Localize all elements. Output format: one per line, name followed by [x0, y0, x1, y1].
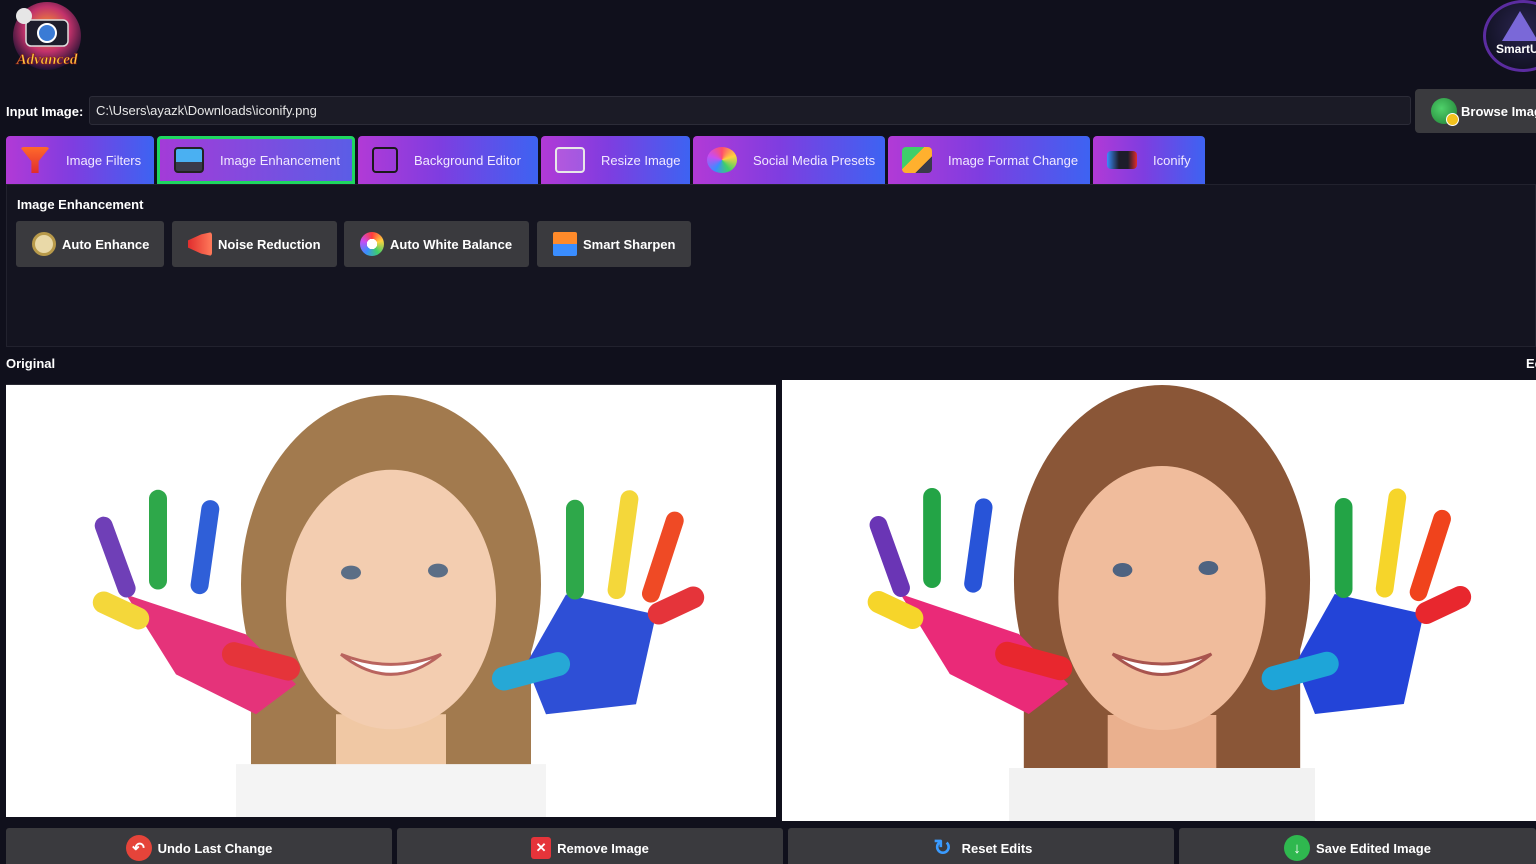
- auto-white-balance-button[interactable]: Auto White Balance: [344, 221, 529, 267]
- button-label: Smart Sharpen: [583, 236, 676, 252]
- tab-label: Background Editor: [414, 152, 521, 168]
- button-label: Reset Edits: [961, 840, 1033, 856]
- original-label: Original: [6, 356, 56, 371]
- tab-image-enhancement[interactable]: Image Enhancement: [157, 136, 355, 184]
- tab-image-filters[interactable]: Image Filters: [6, 136, 154, 184]
- sharpen-icon: [553, 232, 577, 256]
- edited-image: [782, 380, 1536, 821]
- tab-label: Image Filters: [66, 152, 142, 168]
- tab-image-format-change[interactable]: Image Format Change: [888, 136, 1090, 184]
- noise-reduction-button[interactable]: Noise Reduction: [172, 221, 337, 267]
- enhance-icon: [32, 232, 56, 256]
- button-label: Remove Image: [557, 840, 649, 856]
- input-image-label: Input Image:: [6, 103, 84, 119]
- camera-icon: [1107, 151, 1137, 169]
- app-logo: Advanced: [4, 0, 90, 78]
- smart-sharpen-button[interactable]: Smart Sharpen: [537, 221, 691, 267]
- tab-social-media-presets[interactable]: Social Media Presets: [693, 136, 885, 184]
- tab-iconify[interactable]: Iconify: [1093, 136, 1205, 184]
- panel-title: Image Enhancement: [17, 197, 144, 212]
- save-edited-image-button[interactable]: ↓ Save Edited Image: [1179, 828, 1536, 864]
- tab-background-editor[interactable]: Background Editor: [358, 136, 538, 184]
- remove-image-button[interactable]: ✕ Remove Image: [397, 828, 783, 864]
- globe-icon: [1431, 98, 1459, 126]
- edited-label: Ec: [1526, 356, 1536, 371]
- tab-label: Iconify: [1153, 152, 1191, 168]
- button-label: Undo Last Change: [157, 840, 273, 856]
- social-icon: [707, 147, 737, 173]
- browse-image-button[interactable]: Browse Imag: [1415, 89, 1536, 133]
- button-label: Auto Enhance: [62, 236, 150, 252]
- tab-label: Image Enhancement: [220, 152, 340, 168]
- triangle-logo-icon: [1502, 11, 1536, 41]
- megaphone-icon: [188, 232, 212, 256]
- input-image-path[interactable]: [89, 96, 1411, 125]
- button-label: Auto White Balance: [390, 236, 513, 252]
- button-label: Noise Reduction: [218, 236, 321, 252]
- tab-label: Social Media Presets: [753, 152, 876, 168]
- undo-icon: ↶: [125, 835, 152, 861]
- download-icon: ↓: [1284, 835, 1311, 861]
- input-image-row: Input Image:: [6, 96, 1411, 126]
- auto-enhance-button[interactable]: Auto Enhance: [16, 221, 164, 267]
- resize-icon: [555, 147, 585, 173]
- reset-icon: ↻: [933, 835, 952, 860]
- enhancement-panel: Image Enhancement Auto Enhance Noise Red…: [6, 184, 1536, 347]
- tab-label: Resize Image: [601, 152, 681, 168]
- browse-label: Browse Imag: [1461, 103, 1536, 119]
- tab-label: Image Format Change: [948, 152, 1079, 168]
- reset-edits-button[interactable]: ↻ Reset Edits: [788, 828, 1174, 864]
- original-image: [6, 384, 776, 817]
- smartu-badge[interactable]: SmartU: [1483, 0, 1536, 72]
- monitor-icon: [174, 147, 204, 173]
- undo-last-change-button[interactable]: ↶ Undo Last Change: [6, 828, 392, 864]
- badge-text: SmartU: [1496, 42, 1536, 56]
- funnel-icon: [20, 147, 50, 173]
- trash-icon: ✕: [531, 837, 552, 859]
- button-label: Save Edited Image: [1316, 840, 1431, 856]
- svg-text:Advanced: Advanced: [16, 52, 78, 68]
- background-icon: [372, 147, 398, 173]
- color-wheel-icon: [360, 232, 384, 256]
- tab-resize-image[interactable]: Resize Image: [541, 136, 690, 184]
- format-icon: [902, 147, 932, 173]
